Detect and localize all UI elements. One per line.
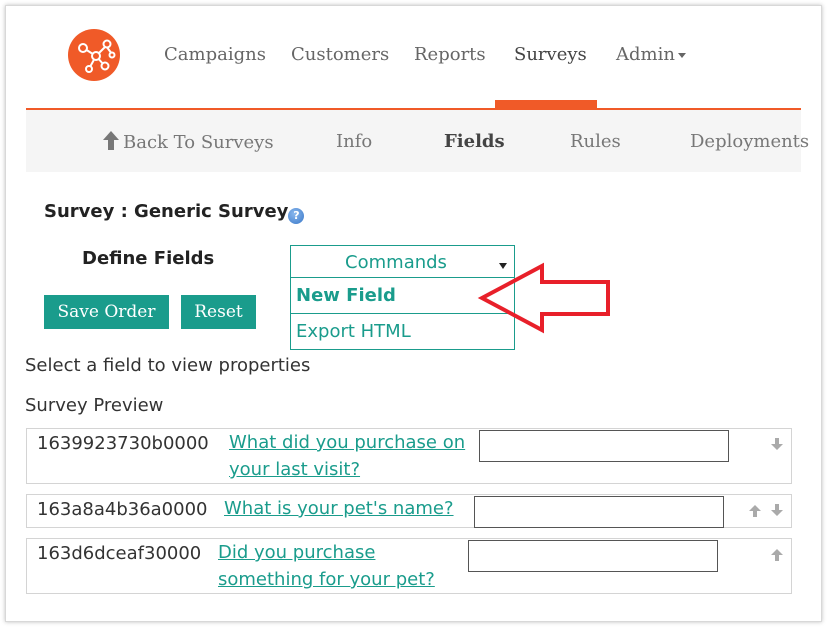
commands-dropdown-label: Commands [345,252,447,273]
tab-deployments-label: Deployments [690,131,810,152]
caret-down-icon [677,52,686,58]
field-id: 163d6dceaf30000 [37,543,202,564]
table-row[interactable]: 163a8a4b36a0000 What is your pet's name? [26,494,792,528]
tab-fields-label: Fields [444,131,505,152]
survey-title-text: Survey : Generic Survey [44,201,289,222]
tab-rules[interactable]: Rules [570,131,621,152]
arrow-up-icon [103,131,119,150]
nav-reports[interactable]: Reports [414,44,486,65]
save-order-button[interactable]: Save Order [44,295,169,329]
network-nodes-icon [78,39,116,73]
arrow-up-icon[interactable] [771,549,783,561]
nav-customers[interactable]: Customers [291,44,389,65]
survey-preview-heading: Survey Preview [25,395,164,416]
nav-surveys[interactable]: Surveys [514,44,587,65]
nav-campaigns[interactable]: Campaigns [164,44,266,65]
tab-fields[interactable]: Fields [444,131,505,152]
nav-admin-label: Admin [616,44,675,65]
nav-reports-label: Reports [414,44,486,65]
brand-logo[interactable] [68,29,120,81]
nav-admin[interactable]: Admin [616,44,686,65]
back-to-surveys-label: Back To Surveys [123,132,274,153]
arrow-down-icon[interactable] [771,438,783,450]
tab-rules-label: Rules [570,131,621,152]
table-row[interactable]: 163d6dceaf30000 Did you purchase somethi… [26,538,792,594]
hint-text: Select a field to view properties [25,355,311,376]
arrow-down-icon[interactable] [771,504,783,516]
field-answer-input[interactable] [468,540,718,572]
field-question-link[interactable]: What is your pet's name? [224,495,484,522]
tab-info[interactable]: Info [336,131,372,152]
nav-campaigns-label: Campaigns [164,44,266,65]
help-icon[interactable]: ? [288,208,305,224]
table-row[interactable]: 1639923730b0000 What did you purchase on… [26,428,792,484]
field-id: 163a8a4b36a0000 [37,499,208,520]
field-answer-input[interactable] [474,496,724,528]
field-answer-input[interactable] [479,430,729,462]
back-to-surveys-link[interactable]: Back To Surveys [103,131,274,153]
nav-customers-label: Customers [291,44,390,65]
page-title: Survey : Generic Survey? [44,201,305,224]
annotation-arrow-icon [477,262,610,334]
tab-info-label: Info [336,131,373,152]
reset-button[interactable]: Reset [181,295,256,329]
menu-item-new-field[interactable]: New Field [296,285,396,306]
tab-deployments[interactable]: Deployments [690,131,809,152]
arrow-up-icon[interactable] [749,505,761,517]
define-fields-heading: Define Fields [82,248,215,269]
menu-item-export-html[interactable]: Export HTML [296,321,411,342]
active-nav-indicator [495,100,597,108]
field-question-link[interactable]: Did you purchase something for your pet? [218,539,468,593]
field-id: 1639923730b0000 [37,433,209,454]
field-question-link[interactable]: What did you purchase on your last visit… [229,429,479,483]
nav-surveys-label: Surveys [514,44,587,65]
